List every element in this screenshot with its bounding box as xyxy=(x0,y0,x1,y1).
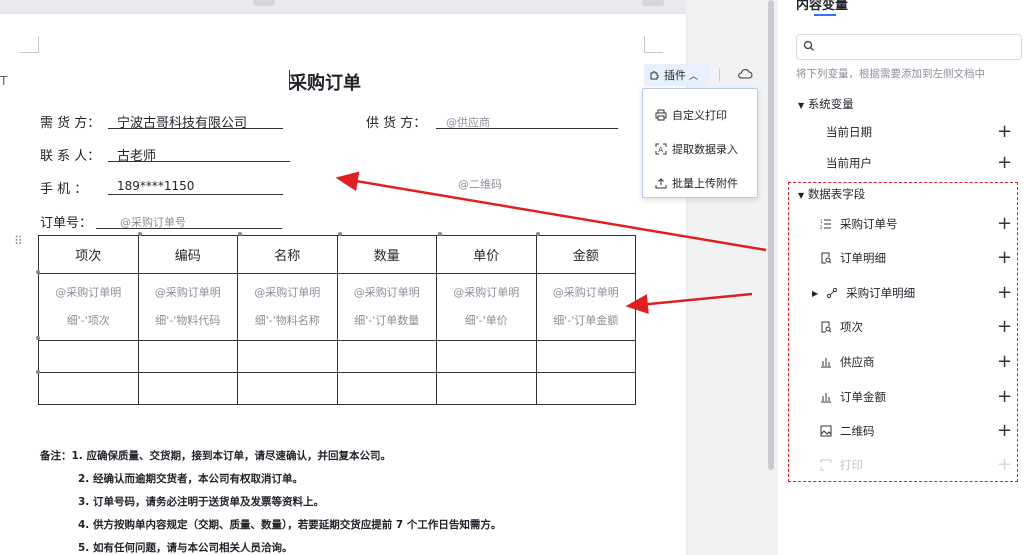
arrow-to-table xyxy=(625,292,753,315)
arrow-to-phone xyxy=(335,171,767,252)
annotation-arrows xyxy=(335,171,767,315)
